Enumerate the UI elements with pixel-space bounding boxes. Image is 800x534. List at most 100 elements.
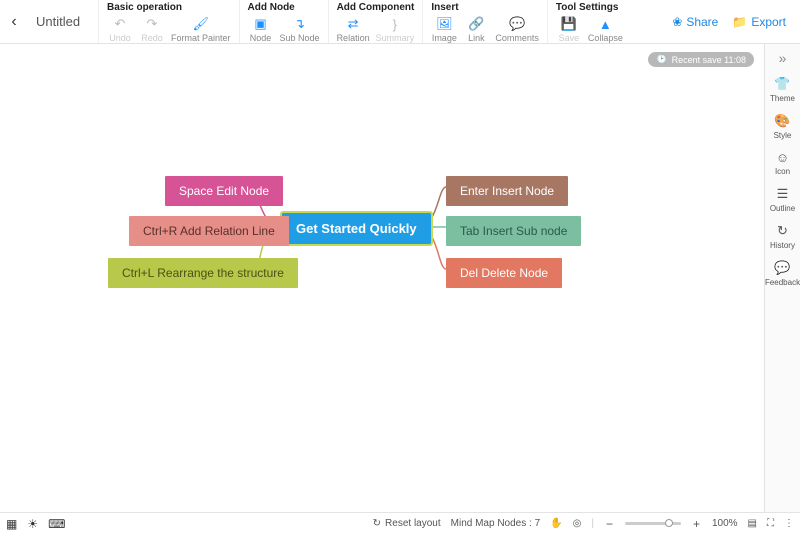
right-node-2[interactable]: Del Delete Node	[446, 258, 562, 288]
hand-tool[interactable]: ✋	[550, 518, 562, 529]
format-painter-button[interactable]: 🖌Format Painter	[171, 16, 231, 43]
center-node[interactable]: Get Started Quickly	[282, 213, 431, 244]
summary-label: Summary	[376, 33, 415, 43]
redo-label: Redo	[141, 33, 163, 43]
comments-icon: 💬	[509, 16, 525, 32]
reset-icon: ↻	[373, 518, 381, 529]
add-subnode-button[interactable]: ↴Sub Node	[280, 16, 320, 43]
save-icon: 💾	[561, 16, 577, 32]
icon-icon: ☺	[776, 150, 789, 165]
zoom-out-button[interactable]: −	[604, 517, 615, 531]
sidebar-feedback[interactable]: 💬 Feedback	[765, 260, 800, 287]
sidebar-theme-label: Theme	[770, 94, 795, 103]
layers-icon[interactable]: ▦	[6, 517, 17, 531]
undo-icon: ↶	[112, 16, 128, 32]
insert-comments-label: Comments	[495, 33, 539, 43]
group-insert-label: Insert	[431, 2, 539, 14]
sidebar-history-label: History	[770, 241, 795, 250]
undo-button: ↶Undo	[107, 16, 133, 43]
undo-label: Undo	[109, 33, 131, 43]
redo-icon: ↷	[144, 16, 160, 32]
history-icon: ↻	[777, 223, 788, 239]
sidebar-style[interactable]: 🎨 Style	[774, 113, 792, 140]
doc-title[interactable]: Untitled	[28, 0, 98, 43]
style-icon: 🎨	[774, 113, 790, 129]
insert-comments-button[interactable]: 💬Comments	[495, 16, 539, 43]
group-tool-settings-label: Tool Settings	[556, 2, 623, 14]
outline-icon: ☰	[777, 186, 789, 202]
add-node-label: Node	[250, 33, 272, 43]
feedback-icon: 💬	[774, 260, 790, 276]
sidebar-history[interactable]: ↻ History	[770, 223, 795, 250]
share-button[interactable]: ❀Share	[672, 15, 718, 29]
group-basic-label: Basic operation	[107, 2, 231, 14]
clock-icon: 🕑	[656, 54, 667, 65]
share-label: Share	[686, 15, 718, 29]
sidebar-outline-label: Outline	[770, 204, 795, 213]
sidebar-outline[interactable]: ☰ Outline	[770, 186, 795, 213]
summary-button: }Summary	[376, 16, 415, 43]
fullscreen-icon[interactable]: ⛶	[767, 518, 774, 529]
export-label: Export	[751, 15, 786, 29]
fit-icon[interactable]: ▤	[748, 518, 757, 529]
top-toolbar: ‹ Untitled Basic operation ↶Undo ↷Redo 🖌…	[0, 0, 800, 44]
format-painter-label: Format Painter	[171, 33, 231, 43]
sidebar-theme[interactable]: 👕Theme	[770, 76, 795, 103]
group-insert: Insert 🖼Image 🔗Link 💬Comments	[422, 0, 547, 43]
collapse-label: Collapse	[588, 33, 623, 43]
sidebar-feedback-label: Feedback	[765, 278, 800, 287]
target-tool[interactable]: ◎	[573, 518, 582, 529]
subnode-icon: ↴	[292, 16, 308, 32]
zoom-in-button[interactable]: +	[691, 517, 702, 531]
node-icon: ▣	[253, 16, 269, 32]
relation-button[interactable]: ⇄Relation	[337, 16, 370, 43]
export-icon: 📁	[732, 15, 747, 29]
back-button[interactable]: ‹	[0, 0, 28, 43]
group-add-component-label: Add Component	[337, 2, 415, 14]
save-button: 💾Save	[556, 16, 582, 43]
more-icon[interactable]: ⋮	[784, 518, 794, 529]
sidebar-icon[interactable]: ☺ Icon	[775, 150, 790, 176]
save-label: Save	[559, 33, 580, 43]
left-node-0[interactable]: Space Edit Node	[165, 176, 283, 206]
group-add-node: Add Node ▣Node ↴Sub Node	[239, 0, 328, 43]
node-count-value: 7	[535, 518, 541, 529]
save-badge: 🕑 Recent save 11:08	[648, 52, 754, 67]
bottom-bar: ▦ ☀ ⌨ ↻ Reset layout Mind Map Nodes : 7 ✋…	[0, 512, 800, 534]
main-area: 🕑 Recent save 11:08 Get Started Quickly S…	[0, 44, 800, 512]
save-badge-text: Recent save 11:08	[672, 55, 746, 65]
sidebar-style-label: Style	[774, 131, 792, 140]
group-add-component: Add Component ⇄Relation }Summary	[328, 0, 423, 43]
link-icon: 🔗	[468, 16, 484, 32]
sidebar-collapse-button[interactable]: »	[779, 50, 787, 66]
node-count: Mind Map Nodes : 7	[451, 518, 541, 529]
zoom-slider[interactable]	[625, 522, 681, 525]
keyboard-icon[interactable]: ⌨	[48, 517, 65, 531]
right-node-0[interactable]: Enter Insert Node	[446, 176, 568, 206]
sidebar-icon-label: Icon	[775, 167, 790, 176]
image-icon: 🖼	[436, 16, 452, 32]
format-painter-icon: 🖌	[193, 16, 209, 32]
zoom-value: 100%	[712, 518, 738, 529]
left-node-2[interactable]: Ctrl+L Rearrange the structure	[108, 258, 298, 288]
zoom-knob[interactable]	[665, 519, 673, 527]
group-add-node-label: Add Node	[248, 2, 320, 14]
group-basic: Basic operation ↶Undo ↷Redo 🖌Format Pain…	[98, 0, 239, 43]
insert-image-label: Image	[432, 33, 457, 43]
insert-link-button[interactable]: 🔗Link	[463, 16, 489, 43]
relation-icon: ⇄	[345, 16, 361, 32]
export-button[interactable]: 📁 Export	[732, 15, 786, 29]
reset-label: Reset layout	[385, 518, 441, 529]
canvas[interactable]: 🕑 Recent save 11:08 Get Started Quickly S…	[0, 44, 764, 512]
add-node-button[interactable]: ▣Node	[248, 16, 274, 43]
node-count-label: Mind Map Nodes :	[451, 518, 532, 529]
reset-layout-button[interactable]: ↻ Reset layout	[373, 518, 441, 529]
insert-image-button[interactable]: 🖼Image	[431, 16, 457, 43]
right-node-1[interactable]: Tab Insert Sub node	[446, 216, 581, 246]
collapse-button[interactable]: ▲Collapse	[588, 16, 623, 43]
add-subnode-label: Sub Node	[280, 33, 320, 43]
insert-link-label: Link	[468, 33, 485, 43]
left-node-1[interactable]: Ctrl+R Add Relation Line	[129, 216, 289, 246]
group-tool-settings: Tool Settings 💾Save ▲Collapse	[547, 0, 631, 43]
sun-icon[interactable]: ☀	[27, 517, 38, 531]
